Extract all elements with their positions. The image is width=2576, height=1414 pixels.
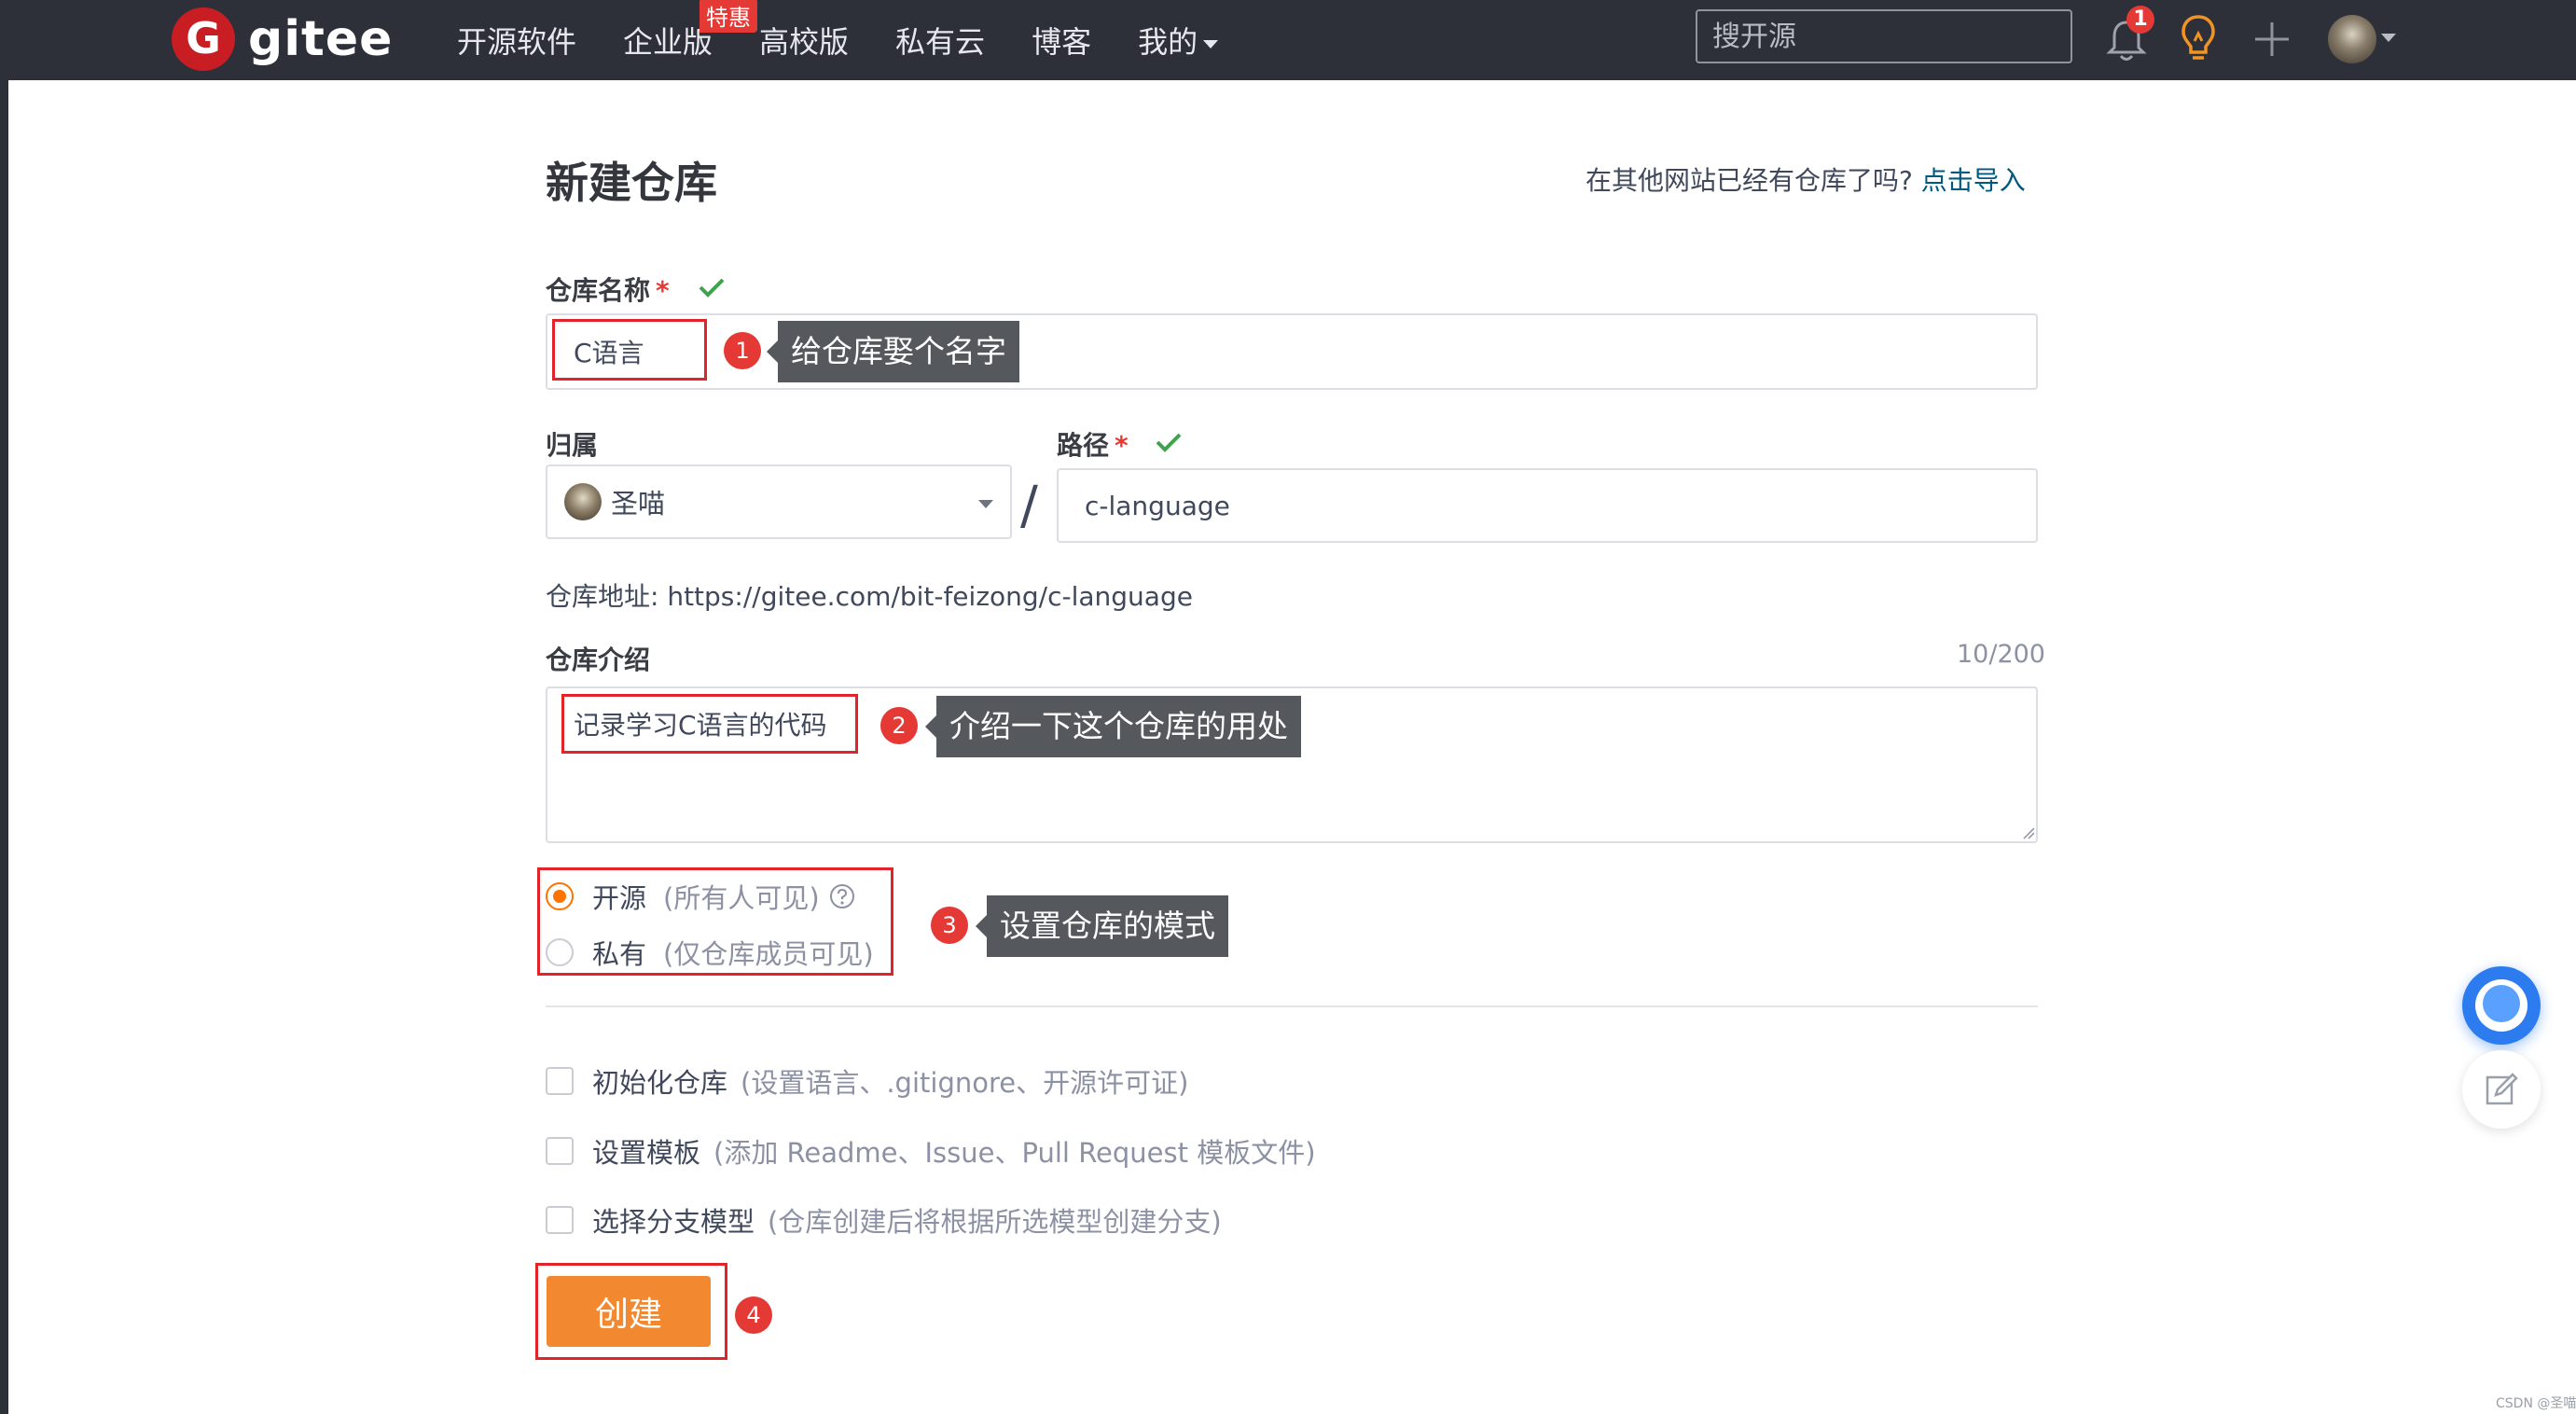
plus-icon[interactable] bbox=[2251, 19, 2292, 60]
checkbox-template[interactable] bbox=[546, 1137, 574, 1165]
option-template-label: 设置模板 bbox=[592, 1137, 701, 1169]
chat-icon bbox=[2483, 985, 2520, 1022]
check-icon bbox=[699, 278, 725, 298]
page-title: 新建仓库 bbox=[546, 158, 717, 208]
repo-name-label-text: 仓库名称 bbox=[546, 275, 651, 306]
option-init-repo[interactable]: 初始化仓库 (设置语言、.gitignore、开源许可证) bbox=[546, 1061, 1188, 1101]
owner-name: 圣喵 bbox=[611, 488, 666, 520]
option-template[interactable]: 设置模板 (添加 Readme、Issue、Pull Request 模板文件) bbox=[546, 1131, 1316, 1171]
annotation-number-3: 3 bbox=[931, 907, 968, 944]
annotation-number-2: 2 bbox=[880, 707, 918, 744]
option-init-repo-label: 初始化仓库 bbox=[592, 1067, 728, 1099]
nav-item-education[interactable]: 高校版 bbox=[759, 19, 849, 62]
search-input[interactable] bbox=[1696, 9, 2072, 63]
owner-label: 归属 bbox=[546, 430, 599, 461]
checkbox-init-repo[interactable] bbox=[546, 1067, 574, 1095]
annotation-tooltip-3: 设置仓库的模式 bbox=[976, 895, 1228, 957]
main-nav: 开源软件 企业版 特惠 高校版 私有云 博客 我的 bbox=[457, 0, 1265, 80]
lightbulb-icon[interactable] bbox=[2178, 13, 2219, 65]
path-label: 路径 * bbox=[1057, 425, 1129, 463]
annotation-tooltip-1: 给仓库娶个名字 bbox=[767, 321, 1019, 382]
nav-item-open-source[interactable]: 开源软件 bbox=[457, 19, 576, 62]
feedback-button[interactable] bbox=[2462, 1050, 2541, 1129]
logo-letter: G bbox=[186, 13, 221, 63]
gitee-logo-icon: G bbox=[172, 7, 235, 71]
resize-handle-icon[interactable] bbox=[2022, 826, 2035, 839]
required-mark: * bbox=[1115, 430, 1129, 461]
gitee-logo[interactable]: G gitee bbox=[172, 7, 393, 71]
description-label: 仓库介绍 bbox=[546, 645, 651, 675]
import-link[interactable]: 点击导入 bbox=[1921, 165, 2026, 196]
promo-badge: 特惠 bbox=[699, 0, 758, 33]
help-chat-button[interactable] bbox=[2462, 966, 2541, 1045]
check-icon bbox=[1156, 433, 1182, 452]
import-prompt-text: 在其他网站已经有仓库了吗? bbox=[1586, 165, 1913, 196]
left-edge-strip bbox=[0, 80, 8, 1414]
notification-count-badge: 1 bbox=[2126, 6, 2154, 34]
annotation-number-4: 4 bbox=[735, 1296, 772, 1334]
owner-avatar bbox=[564, 483, 602, 520]
option-branch-model-label: 选择分支模型 bbox=[592, 1206, 755, 1238]
avatar-chevron-down-icon[interactable] bbox=[2381, 34, 2396, 42]
import-prompt: 在其他网站已经有仓库了吗? 点击导入 bbox=[1586, 160, 2026, 198]
watermark: CSDN @圣喵 bbox=[2496, 1396, 2576, 1411]
option-init-repo-hint: (设置语言、.gitignore、开源许可证) bbox=[741, 1067, 1189, 1099]
repo-name-label: 仓库名称 * bbox=[546, 270, 670, 308]
nav-item-mine-label: 我的 bbox=[1138, 24, 1198, 60]
annotation-tooltip-2: 介绍一下这个仓库的用处 bbox=[925, 696, 1301, 757]
annotation-number-1: 1 bbox=[724, 332, 761, 369]
repo-path-input[interactable] bbox=[1057, 468, 2038, 543]
chevron-down-icon bbox=[1203, 39, 1219, 49]
top-navbar: G gitee 开源软件 企业版 特惠 高校版 私有云 博客 我的 1 bbox=[0, 0, 2576, 80]
owner-select[interactable]: 圣喵 bbox=[546, 464, 1012, 539]
path-separator: / bbox=[1020, 476, 1038, 536]
nav-item-blog[interactable]: 博客 bbox=[1032, 19, 1091, 62]
required-mark: * bbox=[656, 275, 670, 306]
description-counter: 10/200 bbox=[1957, 640, 2045, 669]
path-label-text: 路径 bbox=[1057, 430, 1110, 461]
nav-item-mine[interactable]: 我的 bbox=[1138, 19, 1219, 62]
chevron-down-icon bbox=[978, 500, 993, 508]
annotation-box-visibility bbox=[537, 867, 893, 976]
nav-item-private-cloud[interactable]: 私有云 bbox=[895, 19, 985, 62]
option-branch-model[interactable]: 选择分支模型 (仓库创建后将根据所选模型创建分支) bbox=[546, 1200, 1222, 1240]
logo-text: gitee bbox=[248, 11, 394, 67]
option-template-hint: (添加 Readme、Issue、Pull Request 模板文件) bbox=[713, 1137, 1316, 1169]
annotation-box-description bbox=[561, 694, 858, 754]
user-avatar[interactable] bbox=[2328, 15, 2376, 63]
edit-icon bbox=[2486, 1073, 2518, 1105]
annotation-box-name bbox=[552, 319, 707, 381]
repo-url: 仓库地址: https://gitee.com/bit-feizong/c-la… bbox=[546, 581, 1193, 612]
option-branch-model-hint: (仓库创建后将根据所选模型创建分支) bbox=[768, 1206, 1222, 1238]
checkbox-branch-model[interactable] bbox=[546, 1206, 574, 1234]
divider bbox=[546, 1005, 2038, 1007]
nav-item-enterprise[interactable]: 企业版 特惠 bbox=[623, 0, 758, 62]
annotation-box-create bbox=[535, 1263, 727, 1360]
